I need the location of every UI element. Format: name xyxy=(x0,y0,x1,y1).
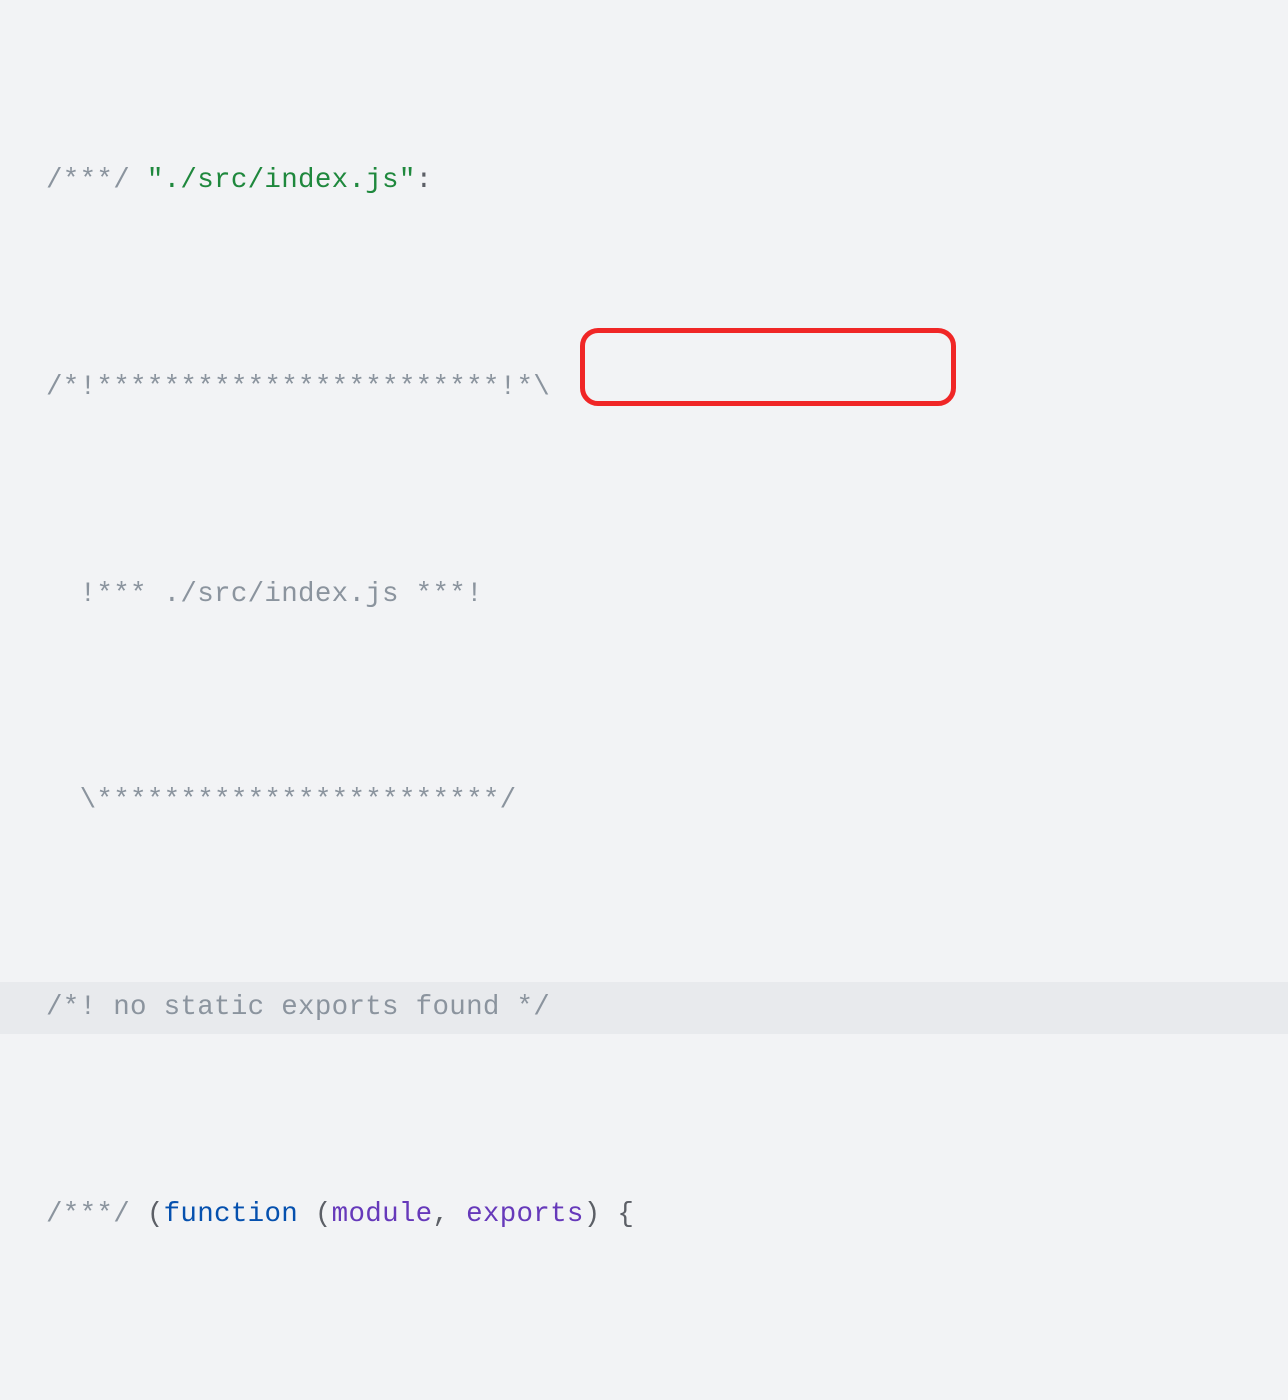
code-line: /***/ (function (module, exports) { xyxy=(0,1189,1288,1241)
identifier-token: module xyxy=(332,1199,433,1230)
string-token: "./src/index.js" xyxy=(130,165,416,196)
code-line-highlighted: /*! no static exports found */ xyxy=(0,982,1288,1034)
comment-token: /***/ xyxy=(46,165,130,196)
punct-token: , xyxy=(432,1199,466,1230)
comment-token: /*! no static exports found */ xyxy=(46,992,550,1023)
code-line-blank xyxy=(0,1396,1288,1400)
punct-token: ) { xyxy=(584,1199,634,1230)
identifier-token: exports xyxy=(466,1199,584,1230)
comment-token: \************************/ xyxy=(46,785,516,816)
code-line: /***/ "./src/index.js": xyxy=(0,155,1288,207)
comment-token: !*** ./src/index.js ***! xyxy=(46,579,483,610)
keyword-token: function xyxy=(164,1199,298,1230)
comment-token: /*!************************!*\ xyxy=(46,372,550,403)
punct-token: ( xyxy=(298,1199,332,1230)
punct-token: ( xyxy=(130,1199,164,1230)
comment-token: /***/ xyxy=(46,1199,130,1230)
code-line: !*** ./src/index.js ***! xyxy=(0,569,1288,621)
code-line: \************************/ xyxy=(0,775,1288,827)
code-editor: /***/ "./src/index.js": /*!*************… xyxy=(0,0,1288,1400)
punct-token: : xyxy=(416,165,433,196)
code-line: /*!************************!*\ xyxy=(0,362,1288,414)
